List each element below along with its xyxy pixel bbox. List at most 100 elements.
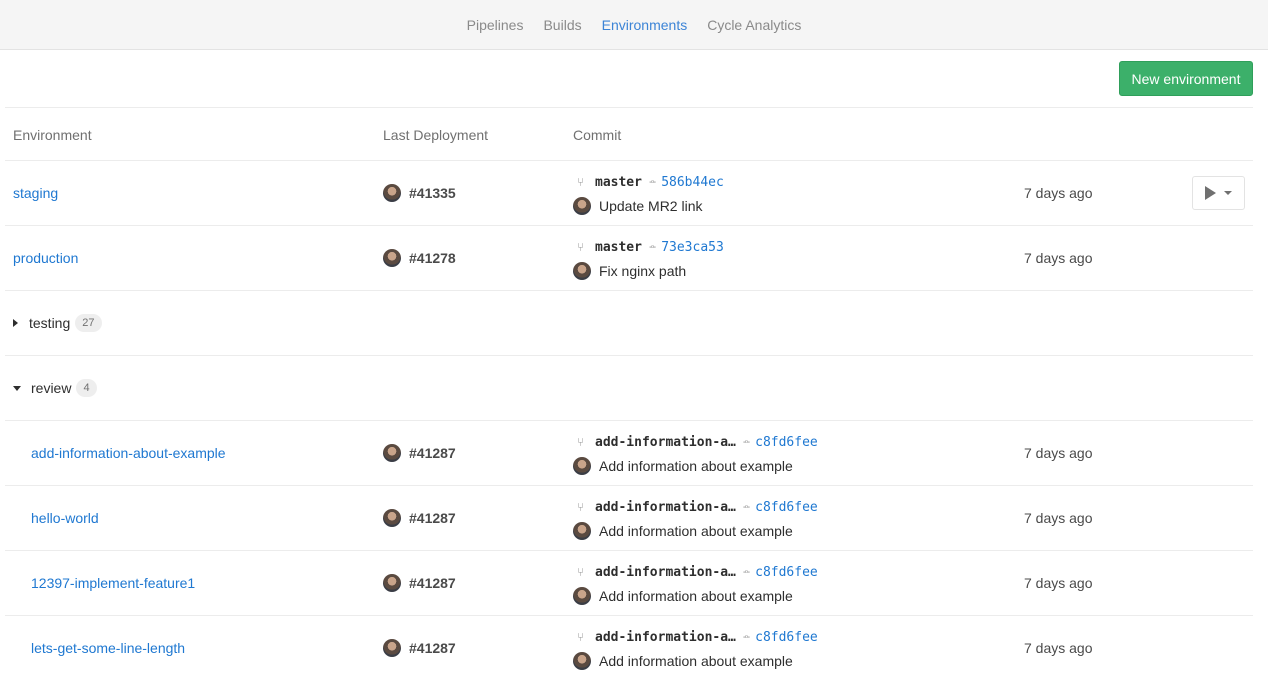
branch-name[interactable]: add-information-a… [595, 435, 736, 450]
deployed-time: 7 days ago [1024, 640, 1093, 656]
branch-name[interactable]: add-information-a… [595, 565, 736, 580]
avatar[interactable] [383, 509, 401, 527]
avatar[interactable] [383, 444, 401, 462]
commit-sha-link[interactable]: 586b44ec [661, 175, 724, 190]
deployment-id[interactable]: #41287 [409, 640, 456, 656]
branch-name[interactable]: add-information-a… [595, 630, 736, 645]
last-deployment: #41278 [383, 249, 456, 267]
caret-down-icon [1224, 191, 1232, 195]
commit-info: ⑂ add-information-a… -◦- c8fd6fee Add in… [573, 563, 818, 605]
last-deployment: #41335 [383, 184, 456, 202]
table-row: lets-get-some-line-length #41287 ⑂ add-i… [5, 615, 1253, 680]
column-header-commit: Commit [573, 127, 622, 143]
commit-sha-link[interactable]: 73e3ca53 [661, 240, 724, 255]
deployed-time: 7 days ago [1024, 510, 1093, 526]
tab-pipelines[interactable]: Pipelines [457, 0, 534, 50]
avatar[interactable] [383, 639, 401, 657]
folder-toggle-testing[interactable]: testing 27 [13, 314, 102, 332]
commit-title[interactable]: Add information about example [599, 458, 793, 474]
last-deployment: #41287 [383, 639, 456, 657]
table-header: Environment Last Deployment Commit [5, 107, 1253, 160]
git-branch-icon: ⑂ [577, 500, 585, 514]
last-deployment: #41287 [383, 574, 456, 592]
deployed-time: 7 days ago [1024, 575, 1093, 591]
avatar[interactable] [573, 262, 591, 280]
commit-title[interactable]: Add information about example [599, 523, 793, 539]
branch-name[interactable]: master [595, 175, 642, 190]
tab-cycle-analytics[interactable]: Cycle Analytics [697, 0, 811, 50]
environment-link[interactable]: hello-world [31, 510, 99, 526]
git-commit-icon: -◦- [742, 501, 750, 513]
commit-sha-link[interactable]: c8fd6fee [755, 565, 818, 580]
commit-sha-link[interactable]: c8fd6fee [755, 435, 818, 450]
deployment-id[interactable]: #41287 [409, 510, 456, 526]
column-header-environment: Environment [13, 127, 92, 143]
branch-name[interactable]: master [595, 240, 642, 255]
avatar[interactable] [573, 652, 591, 670]
tab-environments[interactable]: Environments [592, 0, 698, 50]
commit-info: ⑂ add-information-a… -◦- c8fd6fee Add in… [573, 433, 818, 475]
table-row: staging #41335 ⑂ master -◦- 586b44ec Upd… [5, 160, 1253, 225]
git-branch-icon: ⑂ [577, 435, 585, 449]
folder-row-review: review 4 [5, 355, 1253, 420]
count-badge: 27 [75, 314, 102, 332]
git-branch-icon: ⑂ [577, 565, 585, 579]
git-commit-icon: -◦- [742, 631, 750, 643]
git-commit-icon: -◦- [742, 566, 750, 578]
play-icon [1205, 186, 1216, 200]
environment-link[interactable]: add-information-about-example [31, 445, 226, 461]
caret-right-icon [13, 319, 18, 327]
git-commit-icon: -◦- [742, 436, 750, 448]
folder-name: testing [29, 315, 71, 331]
manual-actions-dropdown[interactable] [1192, 176, 1245, 210]
avatar[interactable] [383, 249, 401, 267]
folder-toggle-review[interactable]: review 4 [13, 379, 97, 397]
avatar[interactable] [573, 197, 591, 215]
column-header-last-deployment: Last Deployment [383, 127, 489, 143]
avatar[interactable] [383, 184, 401, 202]
commit-info: ⑂ master -◦- 73e3ca53 Fix nginx path [573, 238, 724, 280]
table-row: production #41278 ⑂ master -◦- 73e3ca53 … [5, 225, 1253, 290]
deployment-id[interactable]: #41287 [409, 575, 456, 591]
environments-table: Environment Last Deployment Commit stagi… [5, 107, 1253, 680]
sub-nav: Pipelines Builds Environments Cycle Anal… [0, 0, 1268, 50]
folder-row-testing: testing 27 [5, 290, 1253, 355]
commit-sha-link[interactable]: c8fd6fee [755, 630, 818, 645]
folder-name: review [31, 380, 72, 396]
last-deployment: #41287 [383, 444, 456, 462]
commit-info: ⑂ master -◦- 586b44ec Update MR2 link [573, 173, 724, 215]
last-deployment: #41287 [383, 509, 456, 527]
git-branch-icon: ⑂ [577, 175, 585, 189]
avatar[interactable] [573, 587, 591, 605]
avatar[interactable] [573, 457, 591, 475]
environment-link[interactable]: lets-get-some-line-length [31, 640, 185, 656]
environment-link[interactable]: staging [13, 185, 58, 201]
git-commit-icon: -◦- [648, 241, 656, 253]
deployed-time: 7 days ago [1024, 185, 1093, 201]
table-row: hello-world #41287 ⑂ add-information-a… … [5, 485, 1253, 550]
git-branch-icon: ⑂ [577, 240, 585, 254]
environment-link[interactable]: 12397-implement-feature1 [31, 575, 195, 591]
new-environment-button[interactable]: New environment [1119, 61, 1253, 96]
deployed-time: 7 days ago [1024, 445, 1093, 461]
avatar[interactable] [383, 574, 401, 592]
commit-title[interactable]: Fix nginx path [599, 263, 686, 279]
commit-sha-link[interactable]: c8fd6fee [755, 500, 818, 515]
commit-title[interactable]: Update MR2 link [599, 198, 703, 214]
table-row: 12397-implement-feature1 #41287 ⑂ add-in… [5, 550, 1253, 615]
deployed-time: 7 days ago [1024, 250, 1093, 266]
git-branch-icon: ⑂ [577, 630, 585, 644]
commit-info: ⑂ add-information-a… -◦- c8fd6fee Add in… [573, 628, 818, 670]
tab-builds[interactable]: Builds [533, 0, 591, 50]
count-badge: 4 [76, 379, 97, 397]
commit-title[interactable]: Add information about example [599, 588, 793, 604]
deployment-id[interactable]: #41287 [409, 445, 456, 461]
deployment-id[interactable]: #41278 [409, 250, 456, 266]
commit-title[interactable]: Add information about example [599, 653, 793, 669]
caret-down-icon [13, 385, 21, 391]
avatar[interactable] [573, 522, 591, 540]
environment-link[interactable]: production [13, 250, 78, 266]
git-commit-icon: -◦- [648, 176, 656, 188]
deployment-id[interactable]: #41335 [409, 185, 456, 201]
branch-name[interactable]: add-information-a… [595, 500, 736, 515]
